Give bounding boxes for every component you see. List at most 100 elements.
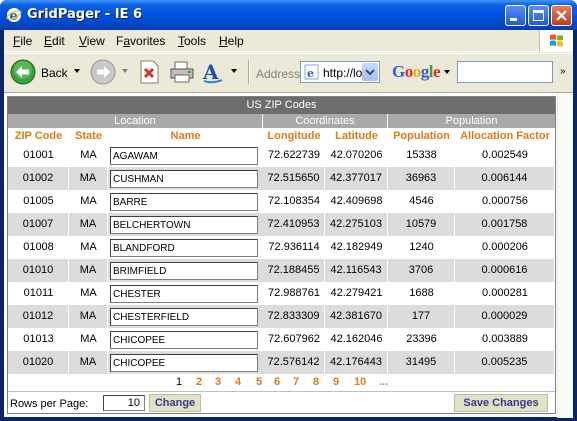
name-input[interactable] — [110, 147, 258, 165]
name-input[interactable] — [110, 354, 258, 372]
address-field[interactable]: e http://lo — [300, 61, 380, 83]
header-zip[interactable]: ZIP Code — [8, 128, 69, 144]
group-coordinates: Coordinates — [263, 114, 388, 128]
cell-zip: 01010 — [8, 259, 69, 282]
menu-bar: File Edit View Favorites Tools Help — [4, 30, 573, 52]
name-input[interactable] — [110, 262, 258, 280]
forward-arrow-icon — [90, 59, 116, 85]
header-allocation-factor[interactable]: Allocation Factor — [455, 128, 555, 144]
menu-help[interactable]: Help — [219, 34, 244, 48]
table-row: 01002MA 72.51565042.377017369630.006144 — [8, 167, 555, 190]
cell-longitude: 72.622739 — [268, 149, 320, 161]
stop-icon — [140, 60, 159, 84]
pager-page-link[interactable]: 9 — [333, 376, 339, 388]
header-state[interactable]: State — [69, 128, 108, 144]
header-population[interactable]: Population — [388, 128, 455, 144]
pager-page-link[interactable]: 6 — [274, 376, 280, 388]
cell-state: MA — [80, 149, 97, 161]
menu-file[interactable]: File — [13, 34, 32, 48]
stop-button[interactable] — [138, 58, 162, 86]
window-title: GridPager - IE 6 — [27, 7, 143, 22]
name-input[interactable] — [110, 193, 258, 211]
ie-app-icon: e — [6, 8, 22, 23]
cell-allocation-factor: 0.003889 — [482, 333, 528, 345]
back-button[interactable]: Back — [10, 58, 82, 86]
save-changes-button[interactable]: Save Changes — [454, 394, 548, 412]
menu-edit[interactable]: Edit — [44, 34, 65, 48]
menu-view[interactable]: View — [79, 34, 105, 48]
ie-page-icon: e — [304, 64, 319, 80]
name-input[interactable] — [110, 331, 258, 349]
menu-favorites[interactable]: Favorites — [116, 34, 165, 48]
minimize-button[interactable] — [505, 5, 526, 26]
cell-longitude: 72.833309 — [263, 305, 325, 328]
cell-zip: 01002 — [8, 167, 69, 190]
name-input[interactable] — [110, 216, 258, 234]
zip-grid: US ZIP Codes Location Coordinates Popula… — [7, 96, 556, 414]
vertical-scrollbar[interactable] — [557, 93, 573, 418]
browser-window: e GridPager - IE 6 File Edit View Favori… — [0, 0, 577, 421]
cell-allocation-factor: 0.005235 — [455, 351, 555, 374]
header-latitude[interactable]: Latitude — [325, 128, 388, 144]
cell-state: MA — [80, 241, 97, 253]
chevron-down-icon[interactable] — [444, 70, 450, 74]
close-icon — [556, 10, 567, 21]
text-size-button[interactable]: A — [202, 58, 238, 86]
maximize-icon — [533, 10, 544, 21]
cell-population: 177 — [388, 305, 455, 328]
close-button[interactable] — [551, 5, 572, 26]
maximize-button[interactable] — [528, 5, 549, 26]
forward-button[interactable] — [88, 58, 128, 86]
cell-latitude: 42.279421 — [330, 287, 383, 299]
table-row: 01010MA 72.18845542.11654337060.000616 — [8, 259, 555, 282]
grid-caption: US ZIP Codes — [8, 97, 555, 114]
cell-zip: 01005 — [23, 195, 54, 207]
address-dropdown[interactable] — [362, 63, 378, 81]
cell-latitude: 42.275103 — [325, 213, 388, 236]
column-headers: ZIP Code State Name Longitude Latitude P… — [8, 128, 555, 144]
cell-state: MA — [80, 195, 97, 207]
cell-zip: 01008 — [23, 241, 54, 253]
pager-page-link[interactable]: 4 — [235, 376, 241, 388]
name-input[interactable] — [110, 170, 258, 188]
cell-longitude: 72.108354 — [268, 195, 320, 207]
cell-latitude: 42.182949 — [330, 241, 383, 253]
print-button[interactable] — [169, 58, 195, 86]
menu-tools[interactable]: Tools — [178, 34, 206, 48]
change-button[interactable]: Change — [149, 394, 201, 412]
cell-latitude: 42.176443 — [325, 351, 388, 374]
header-name[interactable]: Name — [108, 128, 263, 144]
pager-page-link: 1 — [176, 376, 183, 388]
cell-latitude: 42.116543 — [325, 259, 388, 282]
cell-zip: 01013 — [23, 333, 54, 345]
pager-page-link[interactable]: 2 — [196, 376, 202, 388]
group-population: Population — [445, 115, 498, 127]
address-label: Address — [256, 67, 301, 81]
google-search-input[interactable] — [457, 61, 553, 83]
cell-allocation-factor: 0.000206 — [482, 241, 528, 253]
cell-state: MA — [69, 167, 108, 190]
pager-page-link[interactable]: 5 — [256, 376, 262, 388]
pager-more-link[interactable]: ... — [379, 376, 388, 388]
google-toolbar-logo[interactable]: Google — [392, 62, 441, 82]
header-longitude[interactable]: Longitude — [263, 128, 325, 144]
pager-page-link[interactable]: 10 — [354, 376, 366, 388]
cell-state: MA — [80, 333, 97, 345]
pager-page-link[interactable]: 8 — [313, 376, 319, 388]
name-input[interactable] — [110, 308, 258, 326]
pager-page-link[interactable]: 7 — [293, 376, 299, 388]
toolbar-overflow-icon[interactable]: » — [560, 66, 566, 77]
cell-longitude: 72.607962 — [268, 333, 320, 345]
browser-frame: File Edit View Favorites Tools Help Back… — [4, 30, 573, 418]
title-bar[interactable]: e GridPager - IE 6 — [0, 0, 577, 30]
cell-latitude: 42.409698 — [330, 195, 383, 207]
cell-allocation-factor: 0.000281 — [482, 287, 528, 299]
cell-population: 31495 — [388, 351, 455, 374]
name-input[interactable] — [110, 285, 258, 303]
pager-page-link[interactable]: 3 — [215, 376, 221, 388]
cell-longitude: 72.515650 — [263, 167, 325, 190]
cell-population: 36963 — [388, 167, 455, 190]
rows-per-page-input[interactable] — [103, 395, 145, 411]
name-input[interactable] — [110, 239, 258, 257]
page-content: US ZIP Codes Location Coordinates Popula… — [4, 92, 573, 418]
